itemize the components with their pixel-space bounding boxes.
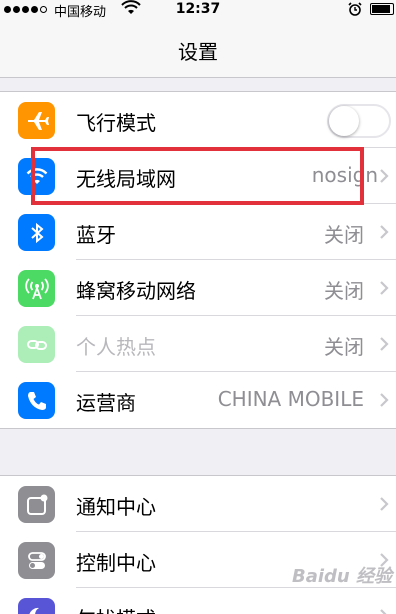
page-title: 设置 <box>178 40 218 64</box>
wlan-value: nosign <box>311 163 378 187</box>
personal-hotspot-value: 关闭 <box>324 335 364 359</box>
wlan-label: 无线局域网 <box>76 167 176 191</box>
personal-hotspot-label: 个人热点 <box>76 335 156 359</box>
alarm-icon <box>348 2 362 16</box>
cellular-label: 蜂窝移动网络 <box>76 279 196 303</box>
airplane-icon <box>18 102 55 139</box>
settings-group-system: 通知中心 控制中心 勿扰模式 <box>0 475 396 614</box>
status-time: 12:37 <box>175 1 221 17</box>
chevron-right-icon <box>380 609 387 614</box>
chevron-right-icon <box>380 169 389 183</box>
settings-row-wlan[interactable]: 无线局域网 nosign <box>0 148 396 204</box>
settings-row-cellular[interactable]: 蜂窝移动网络 关闭 <box>0 260 396 316</box>
bluetooth-value: 关闭 <box>324 223 364 247</box>
settings-row-bluetooth[interactable]: 蓝牙 关闭 <box>0 204 396 260</box>
notification-icon <box>18 486 55 523</box>
chevron-right-icon <box>380 393 389 407</box>
status-bar: 中国移动 12:37 <box>0 0 396 20</box>
battery-icon <box>370 3 394 15</box>
settings-group-connectivity: 飞行模式 无线局域网 nosign 蓝牙 关闭 蜂窝移动网络 关闭 个人热点 关… <box>0 91 396 429</box>
airplane-mode-toggle[interactable] <box>327 104 391 138</box>
navigation-bar: 设置 <box>0 20 396 78</box>
control-center-label: 控制中心 <box>76 551 156 575</box>
settings-row-do-not-disturb[interactable]: 勿扰模式 <box>0 588 396 614</box>
settings-row-carrier[interactable]: 运营商 CHINA MOBILE <box>0 372 396 428</box>
settings-row-airplane-mode[interactable]: 飞行模式 <box>0 92 396 148</box>
control-center-icon <box>18 542 55 579</box>
chevron-right-icon <box>380 225 389 239</box>
chevron-right-icon <box>380 281 389 295</box>
phone-icon <box>18 382 55 419</box>
moon-icon <box>18 598 55 614</box>
settings-row-notification-center[interactable]: 通知中心 <box>0 476 396 532</box>
bluetooth-icon <box>18 214 55 251</box>
hotspot-icon <box>18 326 55 363</box>
cellular-icon <box>18 270 55 307</box>
chevron-right-icon <box>380 497 389 511</box>
wifi-icon <box>18 158 55 195</box>
carrier-label: 运营商 <box>76 391 136 415</box>
cellular-value: 关闭 <box>324 279 364 303</box>
watermark: Baidu 经验 <box>292 566 393 587</box>
do-not-disturb-label: 勿扰模式 <box>76 603 156 614</box>
airplane-mode-label: 飞行模式 <box>76 111 156 135</box>
settings-row-personal-hotspot[interactable]: 个人热点 关闭 <box>0 316 396 372</box>
chevron-right-icon <box>380 337 389 351</box>
carrier-value: CHINA MOBILE <box>217 387 364 411</box>
bluetooth-label: 蓝牙 <box>76 223 116 247</box>
notification-center-label: 通知中心 <box>76 495 156 519</box>
